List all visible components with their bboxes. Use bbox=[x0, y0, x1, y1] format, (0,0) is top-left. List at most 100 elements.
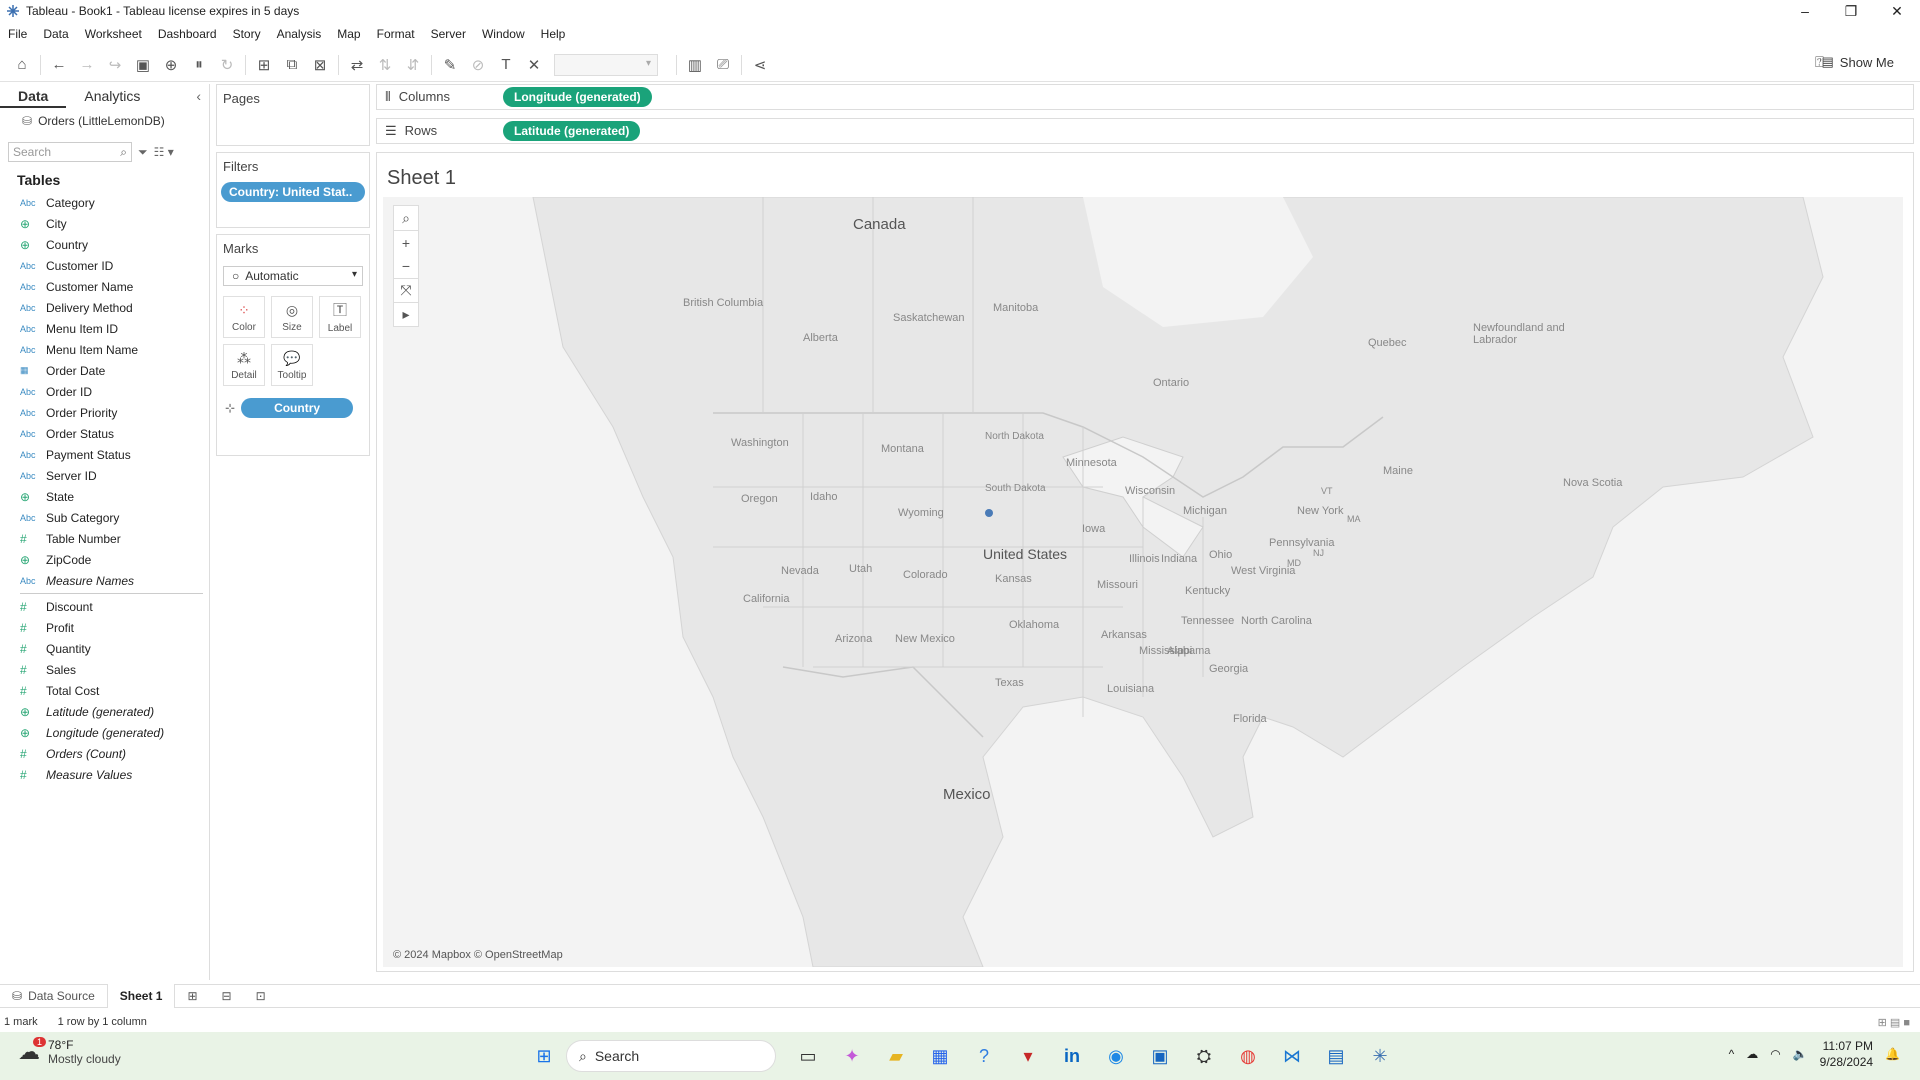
new-worksheet-icon[interactable]: ⊞ bbox=[250, 51, 278, 79]
field-item[interactable]: ⊕ Latitude (generated) bbox=[0, 701, 209, 722]
field-item[interactable]: Abc Menu Item ID bbox=[0, 318, 209, 339]
file-explorer-icon[interactable]: ▰ bbox=[878, 1040, 914, 1072]
tab-data[interactable]: Data bbox=[0, 84, 67, 108]
sort-descending-icon[interactable]: ⇵ bbox=[399, 51, 427, 79]
field-item[interactable]: Abc Menu Item Name bbox=[0, 339, 209, 360]
field-item[interactable]: # Sales bbox=[0, 659, 209, 680]
new-dashboard-tab-icon[interactable]: ⊟ bbox=[210, 984, 244, 1008]
redo-icon[interactable]: → bbox=[73, 51, 101, 79]
zoom-out-icon[interactable]: − bbox=[394, 254, 418, 278]
color-button[interactable]: ⁘ Color bbox=[223, 296, 265, 338]
menu-data[interactable]: Data bbox=[35, 27, 76, 41]
save-icon[interactable]: ▣ bbox=[129, 51, 157, 79]
duplicate-icon[interactable]: ⧉ bbox=[278, 51, 306, 79]
presentation-mode-icon[interactable]: ⎚ bbox=[709, 51, 737, 79]
menu-file[interactable]: File bbox=[0, 27, 35, 41]
browser-icon[interactable]: ◉ bbox=[1098, 1040, 1134, 1072]
field-item[interactable]: Abc Measure Names bbox=[0, 570, 209, 591]
onedrive-icon[interactable]: ☁ bbox=[1746, 1047, 1758, 1061]
menu-dashboard[interactable]: Dashboard bbox=[150, 27, 225, 41]
rows-pill-latitude[interactable]: Latitude (generated) bbox=[503, 121, 641, 141]
map-view[interactable]: Canada United States Mexico British Columbi… bbox=[383, 197, 1903, 967]
reset-map-icon[interactable]: ⤧ bbox=[394, 278, 418, 302]
field-item[interactable]: # Quantity bbox=[0, 638, 209, 659]
field-item[interactable]: # Table Number bbox=[0, 528, 209, 549]
field-item[interactable]: Abc Sub Category bbox=[0, 507, 209, 528]
detail-pill-country[interactable]: Country bbox=[241, 398, 354, 418]
filters-card[interactable]: Filters Country: United Stat.. bbox=[216, 152, 370, 228]
zoom-in-icon[interactable]: + bbox=[394, 230, 418, 254]
share-icon[interactable]: ⋖ bbox=[746, 51, 774, 79]
field-search-input[interactable]: Search ⌕ bbox=[8, 142, 132, 162]
menu-analysis[interactable]: Analysis bbox=[269, 27, 330, 41]
detail-button[interactable]: ⁂ Detail bbox=[223, 344, 265, 386]
tray-overflow-icon[interactable]: ^ bbox=[1729, 1047, 1735, 1061]
taskbar-search[interactable]: ⌕ Search bbox=[566, 1040, 776, 1072]
store-icon[interactable]: ▦ bbox=[922, 1040, 958, 1072]
windows-start-icon[interactable]: ⊞ bbox=[526, 1040, 562, 1072]
tooltip-button[interactable]: 💬 Tooltip bbox=[271, 344, 313, 386]
refresh-icon[interactable]: ↻ bbox=[213, 51, 241, 79]
close-button[interactable]: ✕ bbox=[1874, 0, 1920, 22]
rows-shelf[interactable]: ☰ Rows Latitude (generated) bbox=[376, 118, 1914, 144]
data-source-item[interactable]: ⛁ Orders (LittleLemonDB) bbox=[0, 108, 209, 134]
minimize-button[interactable]: – bbox=[1782, 0, 1828, 22]
sheet-tab-sheet1[interactable]: Sheet 1 bbox=[106, 984, 176, 1008]
field-item[interactable]: # Measure Values bbox=[0, 764, 209, 785]
menu-story[interactable]: Story bbox=[225, 27, 269, 41]
notification-bell-icon[interactable]: 🔔 bbox=[1885, 1047, 1900, 1061]
field-item[interactable]: # Profit bbox=[0, 617, 209, 638]
copilot-icon[interactable]: ✦ bbox=[834, 1040, 870, 1072]
sort-ascending-icon[interactable]: ⇅ bbox=[371, 51, 399, 79]
presenter-icon[interactable]: ⍰ bbox=[1815, 54, 1824, 71]
field-item[interactable]: ⊕ State bbox=[0, 486, 209, 507]
field-item[interactable]: # Orders (Count) bbox=[0, 743, 209, 764]
data-source-tab[interactable]: ⛁ Data Source bbox=[0, 984, 107, 1008]
help-app-icon[interactable]: ? bbox=[966, 1040, 1002, 1072]
field-item[interactable]: Abc Server ID bbox=[0, 465, 209, 486]
menu-map[interactable]: Map bbox=[329, 27, 368, 41]
field-item[interactable]: # Total Cost bbox=[0, 680, 209, 701]
fix-axes-icon[interactable]: ✕ bbox=[520, 51, 548, 79]
pause-updates-icon[interactable]: ⏸ bbox=[185, 51, 213, 79]
linkedin-icon[interactable]: in bbox=[1054, 1040, 1090, 1072]
field-item[interactable]: Abc Customer Name bbox=[0, 276, 209, 297]
field-item[interactable]: Abc Customer ID bbox=[0, 255, 209, 276]
menu-server[interactable]: Server bbox=[423, 27, 474, 41]
weather-widget[interactable]: ☁ 1 78°F Mostly cloudy bbox=[18, 1037, 121, 1066]
size-button[interactable]: ◎ Size bbox=[271, 296, 313, 338]
view-options-icon[interactable]: ☷ ▾ bbox=[154, 145, 174, 159]
menu-worksheet[interactable]: Worksheet bbox=[77, 27, 150, 41]
vscode-icon[interactable]: ⋈ bbox=[1274, 1040, 1310, 1072]
new-data-source-icon[interactable]: ⊕ bbox=[157, 51, 185, 79]
task-view-icon[interactable]: ▭ bbox=[790, 1040, 826, 1072]
new-story-tab-icon[interactable]: ⊡ bbox=[244, 984, 278, 1008]
expand-toolbar-icon[interactable]: ▸ bbox=[394, 302, 418, 326]
notes-icon[interactable]: ▤ bbox=[1318, 1040, 1354, 1072]
menu-window[interactable]: Window bbox=[474, 27, 533, 41]
clock[interactable]: 11:07 PM 9/28/2024 bbox=[1820, 1038, 1873, 1070]
field-item[interactable]: ⊕ City bbox=[0, 213, 209, 234]
clear-sheet-icon[interactable]: ⊠ bbox=[306, 51, 334, 79]
app-icon[interactable]: ▣ bbox=[1142, 1040, 1178, 1072]
field-item[interactable]: Abc Payment Status bbox=[0, 444, 209, 465]
filter-pill-country[interactable]: Country: United Stat.. bbox=[221, 182, 365, 202]
home-icon[interactable]: ⌂ bbox=[8, 51, 36, 79]
field-item[interactable]: Abc Delivery Method bbox=[0, 297, 209, 318]
columns-shelf[interactable]: ⦀ Columns Longitude (generated) bbox=[376, 84, 1914, 110]
mcafee-icon[interactable]: ▾ bbox=[1010, 1040, 1046, 1072]
volume-icon[interactable]: 🔈 bbox=[1793, 1047, 1808, 1061]
sql-server-icon[interactable]: ⛭ bbox=[1186, 1040, 1222, 1072]
swap-icon[interactable]: ⇄ bbox=[343, 51, 371, 79]
new-worksheet-tab-icon[interactable]: ⊞ bbox=[175, 984, 209, 1008]
fit-dropdown[interactable] bbox=[554, 53, 658, 76]
field-item[interactable]: Abc Order Status bbox=[0, 423, 209, 444]
field-item[interactable]: ▦ Order Date bbox=[0, 360, 209, 381]
show-me-button[interactable]: ▤ Show Me bbox=[1822, 54, 1895, 70]
field-item[interactable]: # Discount bbox=[0, 596, 209, 617]
field-item[interactable]: Abc Order Priority bbox=[0, 402, 209, 423]
tableau-taskbar-icon[interactable]: ✳ bbox=[1362, 1040, 1398, 1072]
grid-view-icons[interactable]: ⊞ ▤ ■ bbox=[1878, 1016, 1910, 1029]
field-item[interactable]: ⊕ Longitude (generated) bbox=[0, 722, 209, 743]
highlight-icon[interactable]: ✎ bbox=[436, 51, 464, 79]
